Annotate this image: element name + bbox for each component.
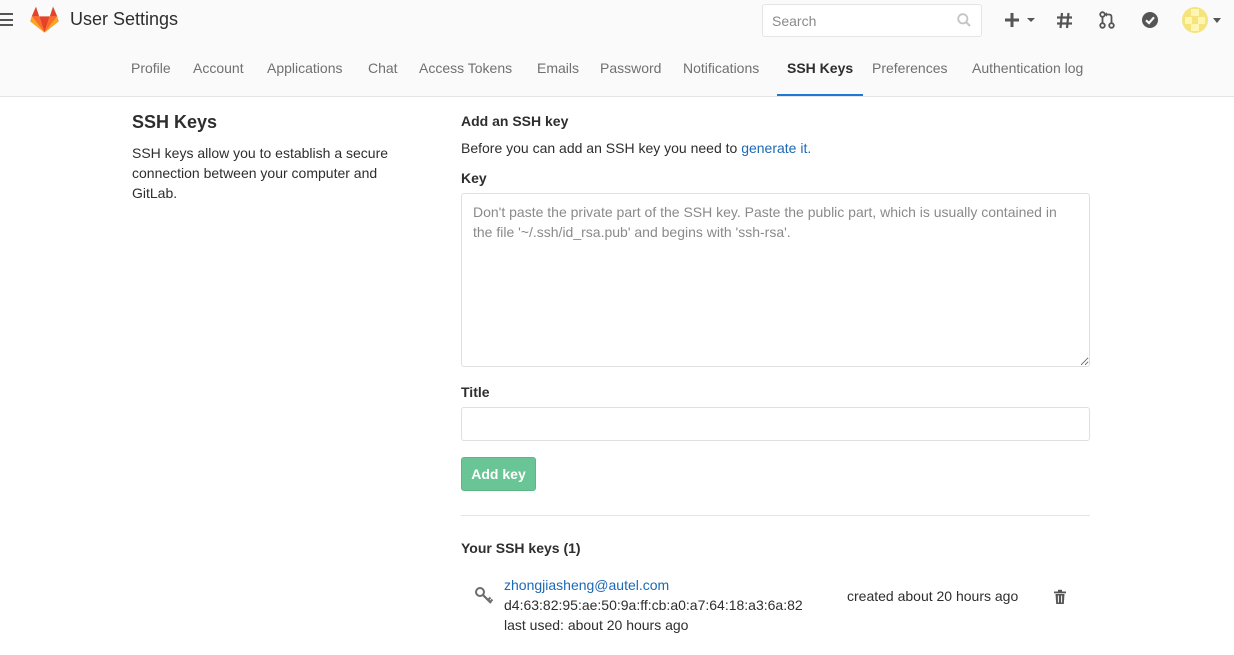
tab-password[interactable]: Password xyxy=(590,40,671,97)
help-text: Before you can add an SSH key you need t… xyxy=(461,140,742,156)
key-title-link[interactable]: zhongjiasheng@autel.com xyxy=(504,577,669,593)
title-input[interactable] xyxy=(461,407,1090,441)
app-title: User Settings xyxy=(70,9,179,29)
tab-authentication-log[interactable]: Authentication log xyxy=(962,40,1093,97)
avatar xyxy=(1182,7,1221,33)
key-created: created about 20 hours ago xyxy=(847,588,1019,604)
key-label: Key xyxy=(461,170,487,186)
keys-heading: Your SSH keys (1) xyxy=(461,540,581,556)
menu-icon[interactable] xyxy=(0,13,13,26)
key-textarea[interactable] xyxy=(461,193,1090,367)
divider xyxy=(461,515,1090,516)
new-dropdown[interactable] xyxy=(1002,10,1038,30)
form-help-text: Before you can add an SSH key you need t… xyxy=(461,140,811,156)
add-key-button[interactable]: Add key xyxy=(461,457,536,491)
section-title: SSH Keys xyxy=(132,112,218,132)
generate-key-link[interactable]: generate it. xyxy=(741,140,811,156)
tab-emails[interactable]: Emails xyxy=(527,40,589,97)
todos-link[interactable] xyxy=(1138,10,1162,30)
top-navbar: User Settings xyxy=(0,0,1234,40)
chevron-down-icon xyxy=(1213,18,1221,23)
tab-profile[interactable]: Profile xyxy=(121,40,181,97)
todo-check-icon xyxy=(1142,12,1158,28)
settings-tabs: Profile Account Applications Chat Access… xyxy=(0,40,1234,97)
gitlab-logo[interactable] xyxy=(30,6,59,33)
key-icon xyxy=(475,587,494,604)
title-label: Title xyxy=(461,384,490,400)
search-icon[interactable] xyxy=(957,13,971,27)
search-box[interactable] xyxy=(762,4,982,37)
tab-applications[interactable]: Applications xyxy=(257,40,353,97)
tab-chat[interactable]: Chat xyxy=(358,40,408,97)
tab-access-tokens[interactable]: Access Tokens xyxy=(409,40,522,97)
hash-icon xyxy=(1056,12,1072,28)
key-fingerprint: d4:63:82:95:ae:50:9a:ff:cb:a0:a7:64:18:a… xyxy=(504,597,803,613)
form-heading: Add an SSH key xyxy=(461,113,569,129)
search-input[interactable] xyxy=(763,5,943,36)
section-description: SSH keys allow you to establish a secure… xyxy=(132,145,389,201)
issues-link[interactable] xyxy=(1052,10,1076,30)
key-last-used: last used: about 20 hours ago xyxy=(504,617,689,633)
tab-account[interactable]: Account xyxy=(183,40,254,97)
tab-notifications[interactable]: Notifications xyxy=(673,40,769,97)
user-menu[interactable] xyxy=(1181,5,1223,35)
tab-ssh-keys[interactable]: SSH Keys xyxy=(777,40,864,96)
merge-requests-link[interactable] xyxy=(1095,10,1119,30)
trash-icon[interactable] xyxy=(1053,589,1067,605)
merge-request-icon xyxy=(1099,11,1115,29)
chevron-down-icon xyxy=(1027,18,1035,22)
tab-preferences[interactable]: Preferences xyxy=(862,40,957,97)
plus-icon xyxy=(1005,13,1019,27)
